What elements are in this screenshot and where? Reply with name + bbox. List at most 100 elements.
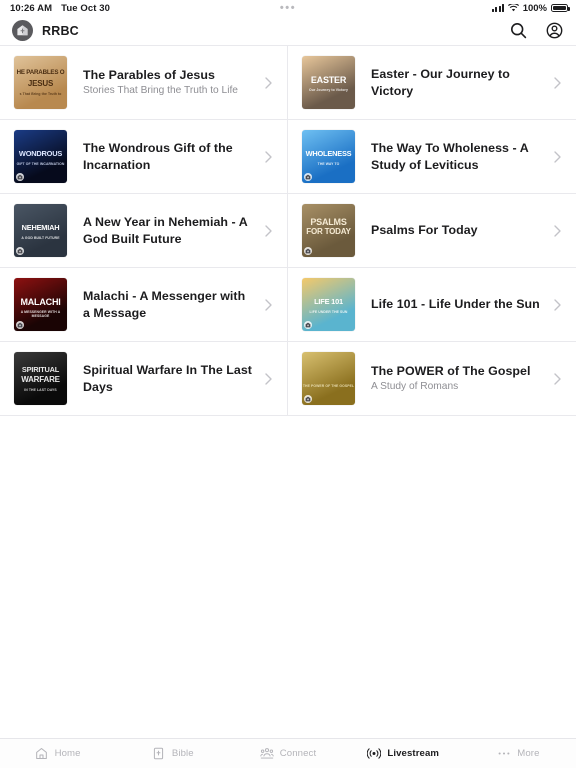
ellipsis-icon	[497, 747, 511, 761]
tab-label: Livestream	[387, 748, 440, 759]
search-icon[interactable]	[508, 21, 528, 41]
thumb-title: MALACHI	[20, 297, 61, 307]
list-item-text: The Wondrous Gift of the Incarnation	[83, 140, 263, 173]
tab-connect[interactable]: Connect	[230, 739, 345, 768]
list-item[interactable]: he Parables o Jesus s That Bring the Truth…	[0, 46, 288, 120]
thumb-title: EASTER	[310, 75, 347, 85]
chevron-right-icon	[552, 372, 562, 385]
series-thumbnail: EASTER Our Journey to Victory	[302, 56, 355, 109]
list-item[interactable]: NEHEMIAH A GOD BUILT FUTURE A New Year in …	[0, 194, 288, 268]
series-thumbnail: SPIRITUAL WARFARE IN THE LAST DAYS	[14, 352, 67, 405]
tab-home[interactable]: Home	[0, 739, 115, 768]
tab-label: More	[517, 748, 540, 759]
thumb-subtitle: IN THE LAST DAYS	[24, 388, 57, 392]
list-item-title: Psalms For Today	[371, 223, 478, 238]
status-bar: 10:26 AM Tue Oct 30 ••• 100%	[0, 0, 576, 16]
series-thumbnail: he Parables o Jesus s That Bring the Truth…	[14, 56, 67, 109]
thumb-title-2: Jesus	[27, 79, 54, 88]
broadcast-icon	[367, 747, 382, 761]
thumb-subtitle: GIFT OF THE INCARNATION	[16, 162, 65, 166]
list-item-text: Spiritual Warfare In The Last Days	[83, 362, 263, 395]
list-item-title: The Wondrous Gift of the Incarnation	[83, 140, 233, 172]
thumb-subtitle: THE WAY TO	[317, 162, 340, 166]
brand-name: RRBC	[42, 23, 79, 38]
list-item-title: The POWER of The Gospel	[371, 363, 531, 378]
thumb-title: SPIRITUAL	[21, 365, 60, 374]
tab-bible[interactable]: Bible	[115, 739, 230, 768]
thumb-title: he Parables o	[16, 69, 65, 76]
church-badge-icon	[16, 321, 24, 329]
list-item-title: The Way To Wholeness - A Study of Leviti…	[371, 140, 529, 172]
thumb-title: Wondrous	[18, 149, 63, 158]
chevron-right-icon	[552, 150, 562, 163]
list-item-subtitle: Stories That Bring the Truth to Life	[83, 85, 238, 97]
status-time: 10:26 AM	[10, 2, 53, 14]
series-thumbnail: Wondrous GIFT OF THE INCARNATION	[14, 130, 67, 183]
status-right-cluster: 100%	[492, 2, 570, 14]
rrbc-logo-icon	[12, 20, 33, 41]
list-item-text: The POWER of The Gospel A Study of Romans	[371, 363, 552, 395]
list-item-text: Malachi - A Messenger with a Message	[83, 288, 263, 321]
list-item-text: The Parables of Jesus Stories That Bring …	[83, 67, 263, 99]
tab-label: Home	[54, 748, 81, 759]
list-item-title: Malachi - A Messenger with a Message	[83, 288, 246, 320]
chevron-right-icon	[552, 76, 562, 89]
people-group-icon	[260, 747, 274, 761]
header-actions	[508, 21, 564, 41]
battery-full-icon	[551, 3, 570, 13]
church-badge-icon	[16, 247, 24, 255]
list-item[interactable]: WHOLENESS THE WAY TO The Way To Wholeness …	[288, 120, 576, 194]
series-thumbnail: MALACHI A MESSENGER WITH A MESSAGE	[14, 278, 67, 331]
church-badge-icon	[304, 321, 312, 329]
tab-bar: Home Bible Connect Livestream More	[0, 738, 576, 768]
list-item-title: A New Year in Nehemiah - A God Built Fut…	[83, 214, 248, 246]
list-item-text: Life 101 - Life Under the Sun	[371, 296, 552, 313]
battery-percent: 100%	[522, 2, 547, 14]
thumb-title-2: WARFARE	[21, 375, 60, 384]
church-badge-icon	[304, 247, 312, 255]
chevron-right-icon	[552, 224, 562, 237]
thumb-title-2: For Today	[306, 227, 351, 236]
list-item[interactable]: Psalms For Today Psalms For Today	[288, 194, 576, 268]
list-item-text: The Way To Wholeness - A Study of Leviti…	[371, 140, 552, 173]
list-item-title: The Parables of Jesus	[83, 67, 215, 82]
thumb-subtitle: A GOD BUILT FUTURE	[21, 236, 60, 240]
bible-book-icon	[152, 747, 166, 761]
list-item[interactable]: SPIRITUAL WARFARE IN THE LAST DAYS Spiritua…	[0, 342, 288, 416]
tab-label: Bible	[171, 748, 194, 759]
list-item[interactable]: Wondrous GIFT OF THE INCARNATION The Wondr…	[0, 120, 288, 194]
church-badge-icon	[16, 173, 24, 181]
list-item[interactable]: THE POWER OF THE GOSPEL The POWER of The …	[288, 342, 576, 416]
thumb-subtitle: THE POWER OF THE GOSPEL	[302, 384, 355, 388]
list-item-title: Spiritual Warfare In The Last Days	[83, 362, 252, 394]
home-icon	[35, 747, 49, 761]
chevron-right-icon	[263, 150, 273, 163]
list-item-title: Easter - Our Journey to Victory	[371, 66, 510, 98]
app-header: RRBC	[0, 16, 576, 45]
list-item-text: Easter - Our Journey to Victory	[371, 66, 552, 99]
list-item[interactable]: EASTER Our Journey to Victory Easter - Our…	[288, 46, 576, 120]
list-item-title: Life 101 - Life Under the Sun	[371, 297, 540, 312]
church-badge-icon	[304, 395, 312, 403]
series-thumbnail: NEHEMIAH A GOD BUILT FUTURE	[14, 204, 67, 257]
list-item-text: A New Year in Nehemiah - A God Built Fut…	[83, 214, 263, 247]
chevron-right-icon	[263, 298, 273, 311]
church-badge-icon	[304, 173, 312, 181]
series-list: he Parables o Jesus s That Bring the Truth…	[0, 45, 576, 738]
tab-label: Connect	[279, 748, 317, 759]
chevron-right-icon	[263, 372, 273, 385]
cellular-bars-icon	[492, 4, 504, 12]
series-thumbnail: WHOLENESS THE WAY TO	[302, 130, 355, 183]
tab-more[interactable]: More	[461, 739, 576, 768]
list-item[interactable]: MALACHI A MESSENGER WITH A MESSAGE Malachi…	[0, 268, 288, 342]
account-circle-icon[interactable]	[544, 21, 564, 41]
series-thumbnail: Psalms For Today	[302, 204, 355, 257]
thumb-title: LIFE 101	[314, 297, 343, 306]
tab-livestream[interactable]: Livestream	[346, 739, 461, 768]
series-thumbnail: THE POWER OF THE GOSPEL	[302, 352, 355, 405]
chevron-right-icon	[263, 76, 273, 89]
list-item[interactable]: LIFE 101 LIFE UNDER THE SUN Life 101 - Lif…	[288, 268, 576, 342]
status-date: Tue Oct 30	[61, 2, 111, 14]
wifi-icon	[507, 4, 519, 12]
thumb-title: NEHEMIAH	[21, 223, 60, 232]
